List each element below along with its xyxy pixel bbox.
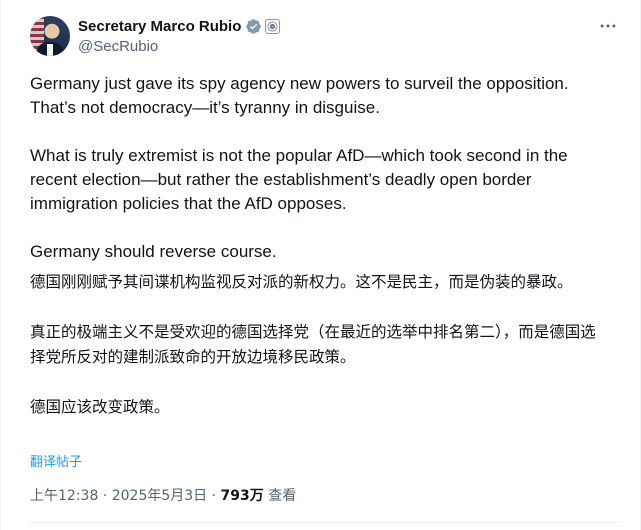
views-count: 793万 <box>220 488 264 504</box>
avatar-shirt <box>47 44 53 56</box>
us-state-department-seal-icon[interactable] <box>265 19 281 34</box>
display-name-row: Secretary Marco Rubio <box>78 16 281 37</box>
translate-post-link[interactable]: 翻译帖子 <box>30 451 82 470</box>
divider <box>30 522 620 523</box>
translation-paragraph: 真正的极端主义不是受欢迎的德国选择党（在最近的选举中排名第二），而是德国选择党所… <box>30 323 596 366</box>
avatar[interactable] <box>30 16 70 56</box>
translation-paragraph: 德国应该改变政策。 <box>30 398 170 416</box>
post-header: Secretary Marco Rubio @SecRubio <box>30 16 620 58</box>
post-paragraph: Germany just gave its spy agency new pow… <box>30 74 569 117</box>
verified-badge-icon[interactable] <box>245 18 262 35</box>
post-date[interactable]: 2025年5月3日 <box>112 488 207 504</box>
display-name[interactable]: Secretary Marco Rubio <box>78 18 241 35</box>
post-meta: 上午12:38 · 2025年5月3日 · 793万 查看 <box>30 485 296 507</box>
meta-separator: · <box>98 488 112 504</box>
post-text: Germany just gave its spy agency new pow… <box>30 72 610 420</box>
post-paragraph: What is truly extremist is not the popul… <box>30 146 568 213</box>
author-handle[interactable]: @SecRubio <box>78 37 280 57</box>
post-time[interactable]: 上午12:38 <box>30 488 98 504</box>
translation-paragraph: 德国刚刚赋予其间谍机构监视反对派的新权力。这不是民主，而是伪装的暴政。 <box>30 273 573 291</box>
more-horizontal-icon[interactable] <box>596 16 620 36</box>
translation-block: 德国刚刚赋予其间谍机构监视反对派的新权力。这不是民主，而是伪装的暴政。 真正的极… <box>30 270 610 420</box>
meta-separator: · <box>207 488 221 504</box>
author-names: Secretary Marco Rubio @SecRubio <box>78 16 281 57</box>
post-paragraph: Germany should reverse course. <box>30 242 277 261</box>
post-container: Secretary Marco Rubio @SecRubio Germany … <box>0 0 641 530</box>
views-label: 查看 <box>263 488 297 504</box>
